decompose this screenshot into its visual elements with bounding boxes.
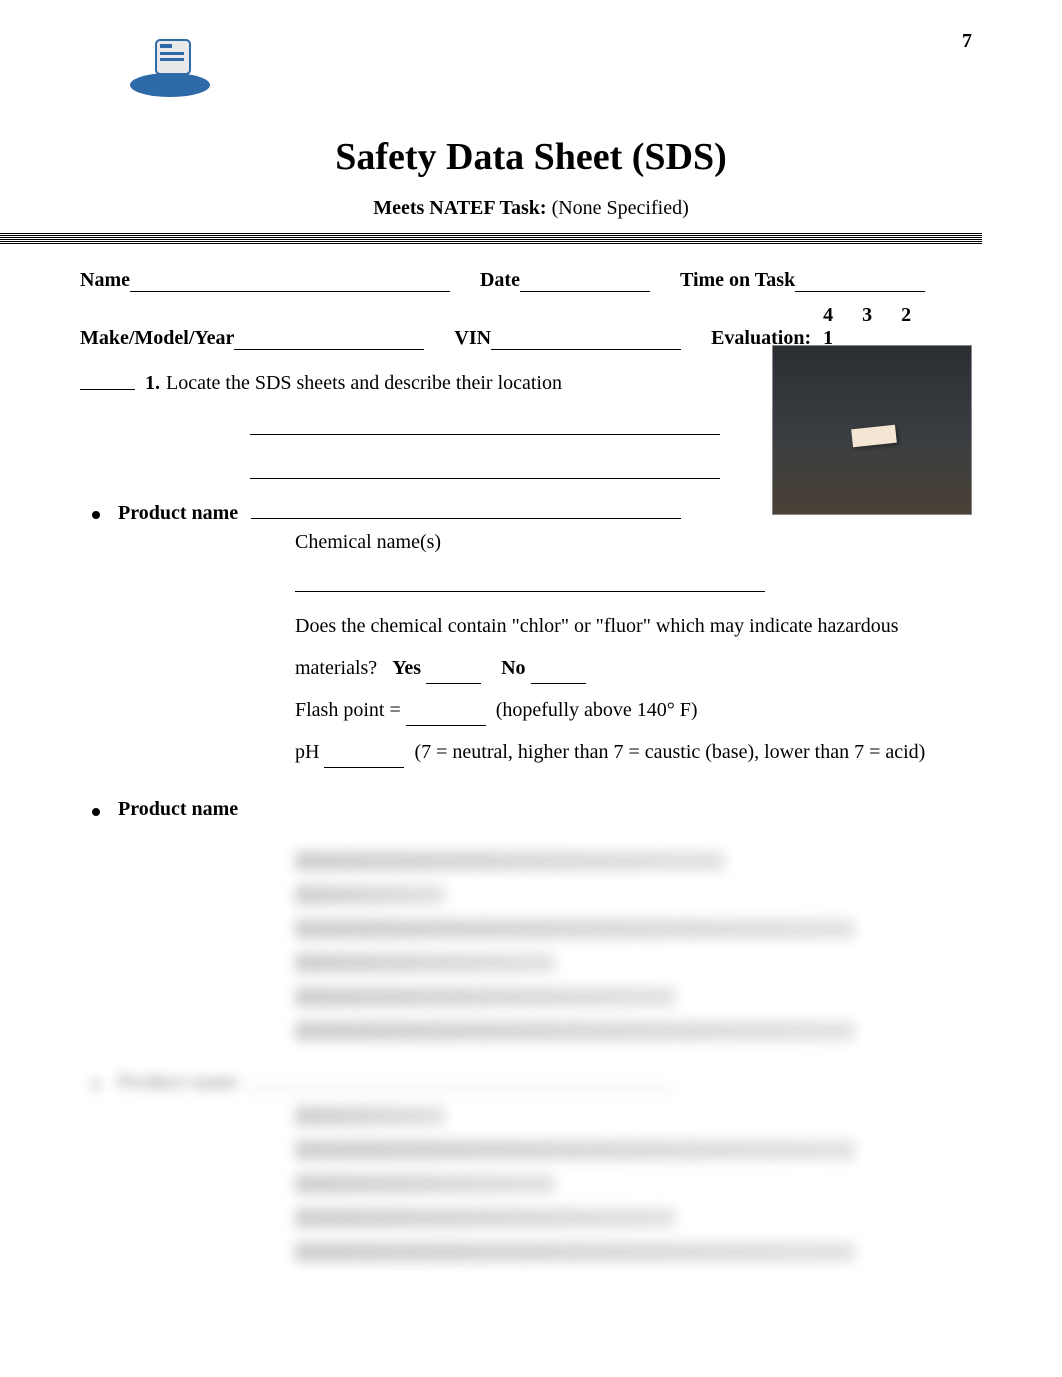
sds-photo	[772, 345, 972, 515]
page-number: 7	[962, 30, 972, 53]
ph-label: pH	[295, 741, 319, 763]
product-name-label: Product name	[118, 502, 238, 524]
make-model-year-input-line[interactable]	[234, 332, 424, 350]
hazard-question-text: Does the chemical contain "chlor" or "fl…	[295, 615, 899, 637]
make-model-year-label: Make/Model/Year	[80, 327, 234, 350]
evaluation-scale: 4 3 2 1	[823, 304, 952, 350]
q1-number: 1.	[145, 372, 160, 395]
product-name-label-3-blurred: Product name	[118, 1071, 238, 1094]
date-label: Date	[480, 269, 520, 292]
subtitle: Meets NATEF Task: (None Specified)	[80, 197, 982, 220]
bullet-icon	[92, 808, 100, 816]
no-label: No	[501, 657, 525, 679]
chemical-names-input-line[interactable]	[295, 574, 765, 592]
logo-icon	[120, 30, 220, 100]
q1-answer-line-2[interactable]	[250, 457, 720, 479]
q1-text: Locate the SDS sheets and describe their…	[166, 372, 562, 395]
ph-note: (7 = neutral, higher than 7 = caustic (b…	[414, 741, 925, 763]
flash-point-input-line[interactable]	[406, 708, 486, 726]
flash-point-note: (hopefully above 140° F)	[496, 699, 698, 721]
no-input-line[interactable]	[531, 666, 586, 684]
materials-label: materials?	[295, 657, 377, 679]
subtitle-bold: Meets NATEF Task:	[373, 197, 546, 219]
name-input-line[interactable]	[130, 274, 450, 292]
flash-point-label: Flash point =	[295, 699, 401, 721]
ph-input-line[interactable]	[324, 750, 404, 768]
bullet-icon	[92, 511, 100, 519]
q1-answer-line-1[interactable]	[250, 413, 720, 435]
yes-label: Yes	[392, 657, 421, 679]
subtitle-rest: (None Specified)	[547, 197, 689, 219]
date-input-line[interactable]	[520, 274, 650, 292]
divider-strip	[0, 232, 982, 244]
chemical-names-label: Chemical name(s)	[295, 531, 982, 554]
time-on-task-input-line[interactable]	[795, 274, 925, 292]
yes-input-line[interactable]	[426, 666, 481, 684]
page-title: Safety Data Sheet (SDS)	[80, 135, 982, 179]
product-name-label-2: Product name	[118, 798, 238, 820]
bullet-icon-blurred	[92, 1081, 100, 1089]
time-on-task-label: Time on Task	[680, 269, 795, 292]
vin-input-line[interactable]	[491, 332, 681, 350]
blurred-content: Product name	[80, 851, 982, 1262]
product-name-input-line[interactable]	[251, 501, 681, 519]
q1-score-line[interactable]	[80, 372, 135, 390]
name-label: Name	[80, 269, 130, 292]
vin-label: VIN	[454, 327, 491, 350]
